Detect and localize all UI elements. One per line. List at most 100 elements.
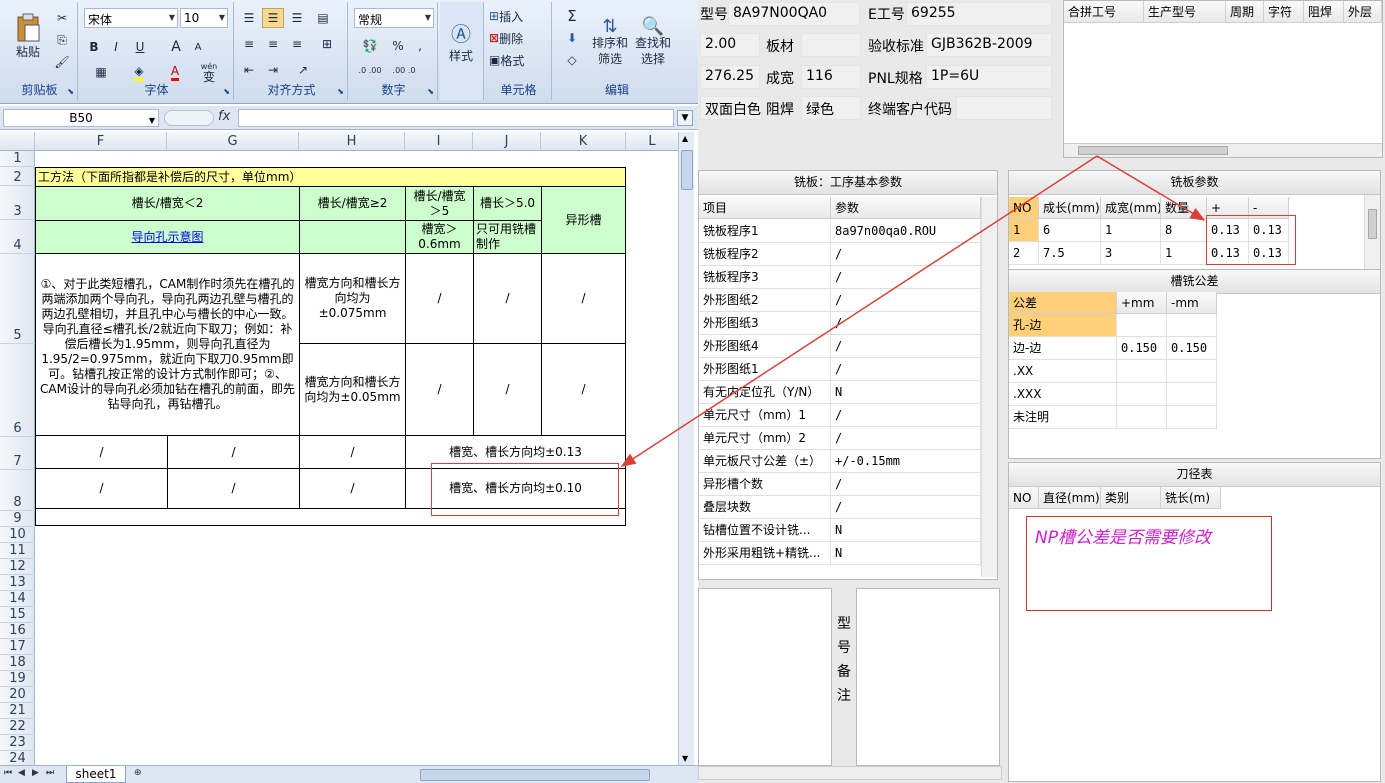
mill-basic-item[interactable]: 外形图纸4	[699, 335, 831, 358]
autosum-button[interactable]: Σ	[558, 6, 586, 26]
slash-cell[interactable]: /	[35, 468, 168, 509]
slash-cell[interactable]: /	[299, 435, 406, 469]
mill-basic-value[interactable]: /	[831, 404, 981, 427]
percent-button[interactable]: %	[388, 36, 408, 56]
wrap-text-button[interactable]: ▤	[312, 8, 334, 28]
remark-left-box[interactable]	[698, 588, 832, 766]
underline-button[interactable]: U	[128, 37, 152, 57]
mill-params-header[interactable]: 数量	[1161, 197, 1207, 219]
slash-cell[interactable]: /	[299, 468, 406, 509]
font-size-combo[interactable]: 10 ▼	[180, 8, 228, 28]
long-instruction-cell[interactable]: ①、对于此类短槽孔，CAM制作时须先在槽孔的两端添加两个导向孔，导向孔两边孔壁与…	[35, 253, 300, 436]
increase-indent-button[interactable]: ⇥	[262, 60, 284, 80]
mill-basic-value[interactable]: /	[831, 289, 981, 312]
currency-button[interactable]: 💱	[354, 36, 386, 56]
row-header[interactable]: 18	[0, 655, 35, 671]
mask-field[interactable]: 绿色	[801, 96, 861, 120]
tol-0075-cell[interactable]: 槽宽方向和槽长方向均为±0.075mm	[299, 253, 406, 344]
slot-tol-cell[interactable]: .XXX	[1009, 383, 1117, 406]
row-header[interactable]: 7	[0, 437, 35, 470]
column-header[interactable]: H	[299, 132, 405, 151]
mill-basic-item[interactable]: 有无内定位孔（Y/N）	[699, 381, 831, 404]
merge-col-header[interactable]: 生产型号	[1144, 1, 1226, 23]
italic-button[interactable]: I	[106, 37, 126, 57]
size-field[interactable]: 276.25	[700, 65, 760, 89]
mill-basic-value[interactable]: /	[831, 358, 981, 381]
number-format-combo[interactable]: 常规 ▼	[354, 8, 434, 28]
bold-button[interactable]: B	[84, 37, 104, 57]
pnl-field[interactable]: 1P=6U	[926, 65, 1052, 89]
align-left-button[interactable]: ≡	[238, 34, 260, 54]
mill-basic-value[interactable]: 8a97n00qa0.ROU	[831, 220, 981, 243]
mill-params-cell[interactable]: 6	[1039, 219, 1101, 242]
prev-sheet-icon[interactable]: ◀	[18, 768, 25, 778]
slot-tol-cell[interactable]: 0.150	[1117, 337, 1167, 360]
tool-col-header[interactable]: 类别	[1101, 487, 1161, 509]
next-sheet-icon[interactable]: ▶	[32, 768, 39, 778]
mill-basic-header[interactable]: 参数	[831, 197, 981, 219]
merge-col-header[interactable]: 字符	[1264, 1, 1304, 23]
mill-params-vscrollbar[interactable]	[1364, 195, 1380, 269]
mill-params-cell[interactable]: 2	[1009, 242, 1039, 265]
row-header[interactable]: 10	[0, 527, 35, 543]
header-mill-only[interactable]: 只可用铣槽制作	[473, 220, 542, 254]
sheet-tab[interactable]: sheet1	[66, 766, 126, 783]
mill-basic-value[interactable]: /	[831, 266, 981, 289]
name-box[interactable]: B50 ▼	[3, 109, 159, 127]
styles-button[interactable]: Ⓐ 样式	[444, 6, 478, 76]
material-field[interactable]	[801, 33, 861, 57]
mill-basic-value[interactable]: /	[831, 496, 981, 519]
scroll-down-icon[interactable]: ▼	[682, 754, 688, 763]
header-lt2[interactable]: 槽长/槽宽＜2	[35, 186, 300, 221]
mill-params-header[interactable]: NO	[1009, 197, 1039, 219]
vertical-scroll-thumb[interactable]	[681, 150, 693, 190]
find-select-button[interactable]: 🔍 查找和 选择	[632, 6, 674, 80]
shrink-font-button[interactable]: A	[188, 37, 208, 57]
delete-cells-button[interactable]: ⊠ 删除	[488, 28, 548, 48]
header-blank[interactable]	[299, 220, 406, 254]
guide-link-cell[interactable]: 导向孔示意图	[35, 220, 300, 254]
align-right-button[interactable]: ≡	[286, 34, 308, 54]
mill-basic-item[interactable]: 外形图纸2	[699, 289, 831, 312]
column-header[interactable]: F	[35, 132, 167, 151]
mill-params-cell[interactable]: 7.5	[1039, 242, 1101, 265]
mill-basic-item[interactable]: 外形图纸3	[699, 312, 831, 335]
slash-cell[interactable]: /	[541, 253, 626, 344]
align-center-button[interactable]: ≡	[262, 34, 284, 54]
slash-cell[interactable]: /	[405, 253, 474, 344]
merge-hscrollbar[interactable]	[1064, 143, 1382, 157]
scroll-up-icon[interactable]: ▲	[682, 134, 688, 143]
row-header[interactable]: 20	[0, 687, 35, 703]
decrease-indent-button[interactable]: ⇤	[238, 60, 260, 80]
column-header[interactable]: J	[473, 132, 541, 151]
customer-code-field[interactable]	[956, 96, 1052, 120]
mill-basic-item[interactable]: 钻槽位置不设计铣...	[699, 519, 831, 542]
select-all-corner[interactable]	[0, 132, 35, 151]
clear-button[interactable]: ◇	[558, 50, 586, 70]
row-header[interactable]: 23	[0, 735, 35, 751]
comma-button[interactable]: ,	[410, 36, 430, 56]
slot-tol-cell[interactable]	[1117, 383, 1167, 406]
mill-basic-header[interactable]: 项目	[699, 197, 831, 219]
slash-cell[interactable]: /	[541, 343, 626, 436]
row-header[interactable]: 3	[0, 186, 35, 220]
mill-basic-item[interactable]: 外形图纸1	[699, 358, 831, 381]
title-cell[interactable]: 工方法（下面所指都是补偿后的尺寸，单位mm）	[35, 167, 626, 187]
slash-cell[interactable]: /	[167, 435, 300, 469]
standard-field[interactable]: GJB362B-2009	[926, 33, 1052, 57]
header-ge2[interactable]: 槽长/槽宽≥2	[299, 186, 406, 221]
align-bottom-button[interactable]: ☰	[286, 8, 308, 28]
slash-cell[interactable]: /	[473, 343, 542, 436]
mill-params-cell[interactable]: 1	[1161, 242, 1207, 265]
merge-col-header[interactable]: 阻焊	[1304, 1, 1344, 23]
row-header[interactable]: 9	[0, 511, 35, 527]
slot-tol-cell[interactable]	[1167, 406, 1217, 429]
tool-col-header[interactable]: 直径(mm)	[1039, 487, 1101, 509]
decrease-decimal-button[interactable]: .00 .0	[388, 60, 420, 80]
sort-filter-button[interactable]: ⇅ 排序和 筛选	[590, 6, 630, 80]
e-number-field[interactable]: 69255	[906, 2, 1052, 26]
slot-tol-cell[interactable]: 孔-边	[1009, 314, 1117, 337]
slash-cell[interactable]: /	[473, 253, 542, 344]
merge-col-header[interactable]: 周期	[1226, 1, 1264, 23]
row-header[interactable]: 5	[0, 254, 35, 344]
